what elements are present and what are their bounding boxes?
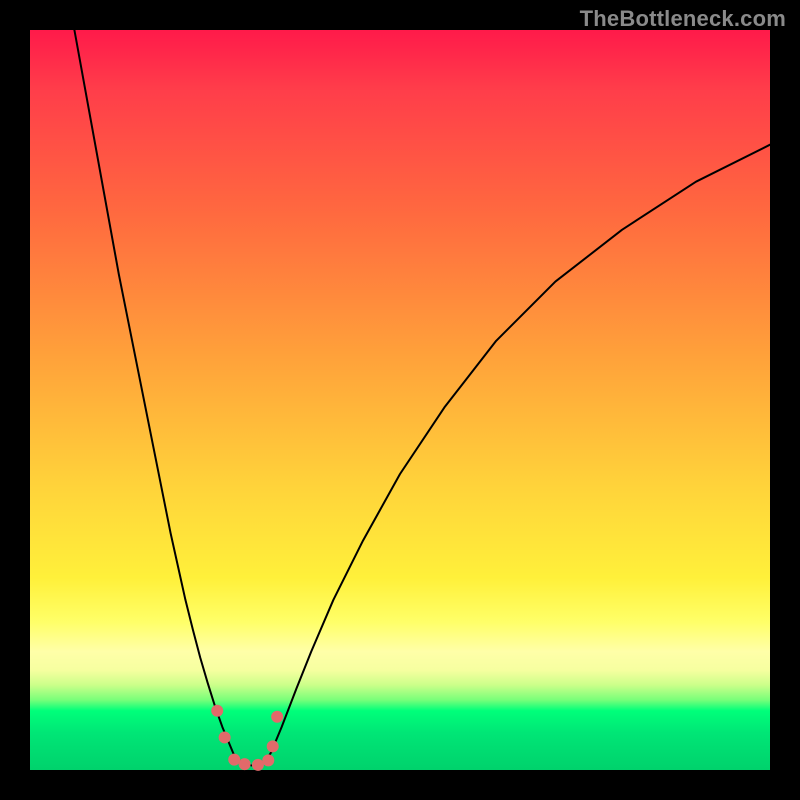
highlight-dot xyxy=(267,740,279,752)
chart-container: TheBottleneck.com xyxy=(0,0,800,800)
highlight-dot xyxy=(271,711,283,723)
bottleneck-curve xyxy=(74,30,770,766)
highlight-dot xyxy=(211,705,223,717)
highlight-dot xyxy=(252,759,264,771)
highlight-dot xyxy=(239,758,251,770)
highlight-dot xyxy=(228,754,240,766)
plot-area xyxy=(30,30,770,770)
highlight-dot xyxy=(219,731,231,743)
curve-layer xyxy=(30,30,770,770)
watermark-text: TheBottleneck.com xyxy=(580,6,786,32)
highlight-dot xyxy=(262,754,274,766)
